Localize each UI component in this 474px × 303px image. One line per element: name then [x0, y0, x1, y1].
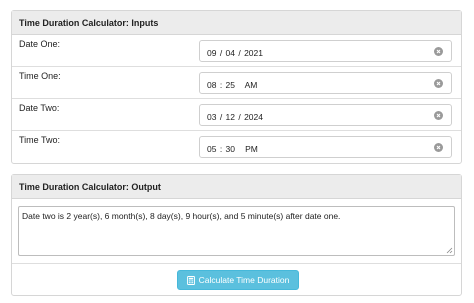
time-one-value: 08 : 25 AM — [207, 80, 258, 90]
time-two-row: Time Two: 05 : 30 PM — [12, 131, 461, 164]
output-panel-title: Time Duration Calculator: Output — [12, 175, 461, 199]
date-one-value: 09 / 04 / 2021 — [207, 48, 263, 58]
clear-icon[interactable] — [434, 79, 443, 88]
time-two-label: Time Two: — [19, 135, 61, 145]
clear-icon[interactable] — [434, 111, 443, 120]
date-two-value: 03 / 12 / 2024 — [207, 112, 263, 122]
time-one-label: Time One: — [19, 71, 61, 81]
time-two-value: 05 : 30 PM — [207, 144, 258, 154]
calculate-button[interactable]: Calculate Time Duration — [177, 270, 299, 290]
result-textarea[interactable]: Date two is 2 year(s), 6 month(s), 8 day… — [18, 206, 455, 256]
calculator-icon — [186, 275, 195, 285]
date-two-label: Date Two: — [19, 103, 60, 113]
time-two-input[interactable]: 05 : 30 PM — [199, 136, 452, 158]
clear-icon[interactable] — [434, 47, 443, 56]
inputs-panel: Time Duration Calculator: Inputs Date On… — [11, 10, 462, 164]
time-one-input[interactable]: 08 : 25 AM — [199, 72, 452, 94]
clear-icon[interactable] — [434, 143, 443, 152]
date-one-label: Date One: — [19, 39, 61, 49]
button-row: Calculate Time Duration — [12, 264, 461, 296]
result-text: Date two is 2 year(s), 6 month(s), 8 day… — [22, 211, 341, 221]
time-one-row: Time One: 08 : 25 AM — [12, 67, 461, 99]
date-one-row: Date One: 09 / 04 / 2021 — [12, 35, 461, 67]
date-two-input[interactable]: 03 / 12 / 2024 — [199, 104, 452, 126]
date-one-input[interactable]: 09 / 04 / 2021 — [199, 40, 452, 62]
date-two-row: Date Two: 03 / 12 / 2024 — [12, 99, 461, 131]
inputs-panel-title: Time Duration Calculator: Inputs — [12, 11, 461, 35]
output-panel: Time Duration Calculator: Output Date tw… — [11, 174, 462, 296]
resize-handle-icon[interactable] — [446, 247, 453, 254]
calculate-button-label: Calculate Time Duration — [198, 275, 290, 285]
output-section: Date two is 2 year(s), 6 month(s), 8 day… — [12, 199, 461, 264]
